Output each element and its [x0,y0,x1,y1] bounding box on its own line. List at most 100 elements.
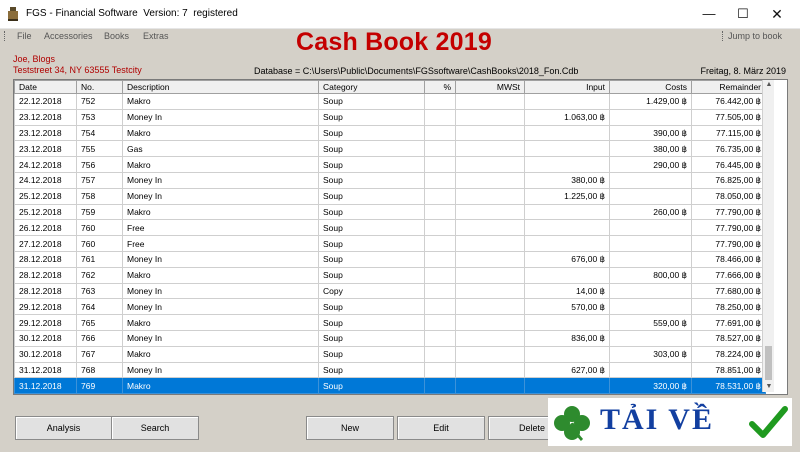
table-row[interactable]: 24.12.2018 757 Money In Soup 380,00 ฿ 76.825,… [14,171,766,189]
table-cell [609,171,692,189]
table-cell [455,93,525,110]
cashbook-table[interactable]: Date No. Description Category % MWSt Inp… [13,79,788,395]
table-row[interactable]: 31.12.2018 768 Money In Soup 627,00 ฿ 78.851,… [14,361,766,379]
table-cell [424,266,456,284]
table-cell: 28.12.2018 [14,250,77,268]
column-header-number[interactable]: No. [76,80,123,94]
column-header-category[interactable]: Category [318,80,425,94]
table-cell: 761 [76,250,123,268]
table-cell: 24.12.2018 [14,171,77,189]
table-cell [424,235,456,252]
table-cell: 31.12.2018 [14,361,77,379]
table-row[interactable]: 25.12.2018 758 Money In Soup 1.225,00 ฿ 78.05… [14,187,766,205]
table-cell: Soup [318,345,425,363]
table-row[interactable]: 25.12.2018 759 Makro Soup 260,00 ฿ 77.790,00 … [14,203,766,221]
table-row[interactable]: 23.12.2018 755 Gas Soup 380,00 ฿ 76.735,00 ฿ [14,140,766,158]
table-cell [524,219,610,237]
table-row[interactable]: 24.12.2018 756 Makro Soup 290,00 ฿ 76.445,00 … [14,156,766,173]
table-cell [424,298,456,316]
table-cell [609,361,692,379]
column-header-description[interactable]: Description [122,80,319,94]
table-row[interactable]: 22.12.2018 752 Makro Soup 1.429,00 ฿ 76.442,0… [14,93,766,110]
table-cell: 759 [76,203,123,221]
table-cell: 77.790,00 ฿ [691,235,766,252]
table-row[interactable]: 29.12.2018 765 Makro Soup 559,00 ฿ 77.691,00 … [14,314,766,331]
table-cell: 29.12.2018 [14,298,77,316]
table-cell: 766 [76,329,123,347]
table-cell: 22.12.2018 [14,93,77,110]
column-header-percent[interactable]: % [424,80,456,94]
table-cell: 26.12.2018 [14,219,77,237]
table-cell [424,282,456,300]
table-cell: 29.12.2018 [14,314,77,331]
table-cell: 27.12.2018 [14,235,77,252]
table-row[interactable]: 23.12.2018 754 Makro Soup 390,00 ฿ 77.115,00 … [14,124,766,142]
table-cell: Soup [318,93,425,110]
table-cell: Money In [122,298,319,316]
menu-item-accessories[interactable]: Accessories [44,31,93,41]
table-cell [524,235,610,252]
table-cell [455,203,525,221]
table-cell [424,361,456,379]
menu-item-extras[interactable]: Extras [143,31,169,41]
table-cell [424,345,456,363]
column-header-date[interactable]: Date [14,80,77,94]
new-button[interactable]: New [306,416,394,440]
table-row[interactable]: 27.12.2018 760 Free Soup 77.790,00 ฿ [14,235,766,252]
table-cell: 764 [76,298,123,316]
table-cell: 676,00 ฿ [524,250,610,268]
table-cell: Gas [122,140,319,158]
table-cell [609,250,692,268]
table-cell: Soup [318,250,425,268]
table-row[interactable]: 28.12.2018 761 Money In Soup 676,00 ฿ 78.466,… [14,250,766,268]
table-row[interactable]: 26.12.2018 760 Free Soup 77.790,00 ฿ [14,219,766,237]
jump-to-book-menu[interactable]: Jump to book [728,31,782,41]
column-header-input[interactable]: Input [524,80,610,94]
table-cell [524,124,610,142]
table-cell [455,140,525,158]
analysis-button[interactable]: Analysis [15,416,112,440]
menu-item-books[interactable]: Books [104,31,129,41]
table-cell [455,361,525,379]
table-cell [455,124,525,142]
edit-button[interactable]: Edit [397,416,485,440]
vertical-scrollbar[interactable]: ▲ ▼ [762,80,774,392]
table-row[interactable]: 28.12.2018 762 Makro Soup 800,00 ฿ 77.666,00 … [14,266,766,284]
table-cell: 76.735,00 ฿ [691,140,766,158]
table-row[interactable]: 29.12.2018 764 Money In Soup 570,00 ฿ 78.250,… [14,298,766,316]
table-row[interactable]: 31.12.2018 769 Makro Soup 320,00 ฿ 78.531,00 … [14,377,766,394]
table-cell: Soup [318,187,425,205]
column-header-costs[interactable]: Costs [609,80,692,94]
table-cell: 752 [76,93,123,110]
table-cell: 77.666,00 ฿ [691,266,766,284]
table-cell: Soup [318,140,425,158]
scroll-up-arrow-icon[interactable]: ▲ [764,80,774,90]
table-cell [455,266,525,284]
table-row[interactable]: 28.12.2018 763 Money In Copy 14,00 ฿ 77.680,0… [14,282,766,300]
table-cell [455,156,525,173]
table-cell: 30.12.2018 [14,329,77,347]
table-cell [424,329,456,347]
search-button[interactable]: Search [111,416,199,440]
menu-item-file[interactable]: File [17,31,32,41]
table-row[interactable]: 30.12.2018 767 Makro Soup 303,00 ฿ 78.224,00 … [14,345,766,363]
scroll-down-arrow-icon[interactable]: ▼ [764,382,774,392]
table-cell [424,377,456,394]
scrollbar-thumb[interactable] [765,346,772,380]
table-cell: 78.531,00 ฿ [691,377,766,394]
table-cell [424,187,456,205]
table-cell: 290,00 ฿ [609,156,692,173]
table-cell: Makro [122,266,319,284]
column-header-mwst[interactable]: MWSt [455,80,525,94]
database-path: Database = C:\Users\Public\Documents\FGS… [254,66,579,76]
table-row[interactable]: 30.12.2018 766 Money In Soup 836,00 ฿ 78.527,… [14,329,766,347]
table-cell: 23.12.2018 [14,108,77,126]
table-cell: 754 [76,124,123,142]
table-row[interactable]: 23.12.2018 753 Money In Soup 1.063,00 ฿ 77.50… [14,108,766,126]
table-cell [524,314,610,331]
column-header-remainder[interactable]: Remainder [691,80,766,94]
table-cell: Money In [122,171,319,189]
close-button[interactable]: ✕ [754,0,800,28]
tai-ve-watermark: TẢI VỀ [548,398,792,446]
table-cell [424,140,456,158]
